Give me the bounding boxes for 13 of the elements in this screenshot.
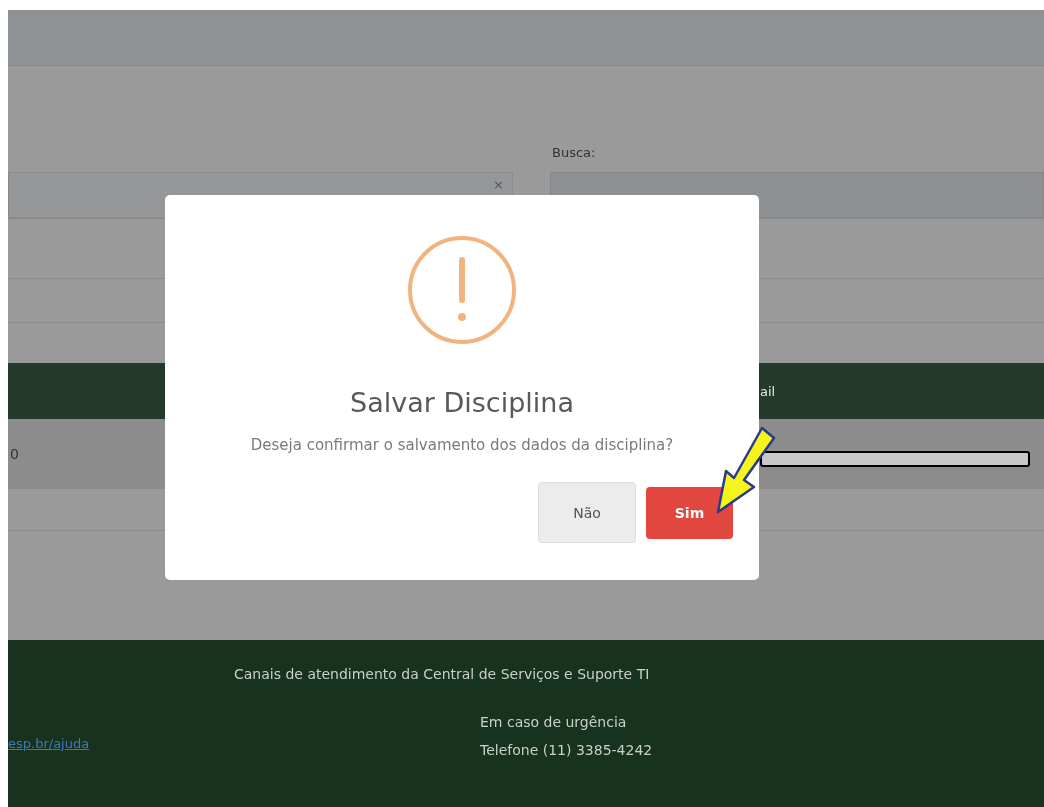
yes-button[interactable]: Sim [646,486,733,539]
no-button[interactable]: Não [538,482,636,543]
dialog-message: Deseja confirmar o salvamento dos dados da disciplina? [250,436,674,454]
help-link[interactable]: esp.br/ajuda [8,736,90,751]
urgency-title: Em caso de urgência [480,714,627,730]
table-cell: 0 [10,446,19,462]
footer-heading: Canais de atendimento da Central de Serviços e Suporte TI [234,666,650,682]
dialog-title: Salvar Disciplina [350,387,574,418]
phone-number: Telefone (11) 3385-4242 [480,742,653,758]
search-label: Busca: [552,145,596,160]
clear-icon[interactable]: × [493,178,504,192]
warning-icon [407,235,517,345]
column-header: ail [760,383,776,399]
